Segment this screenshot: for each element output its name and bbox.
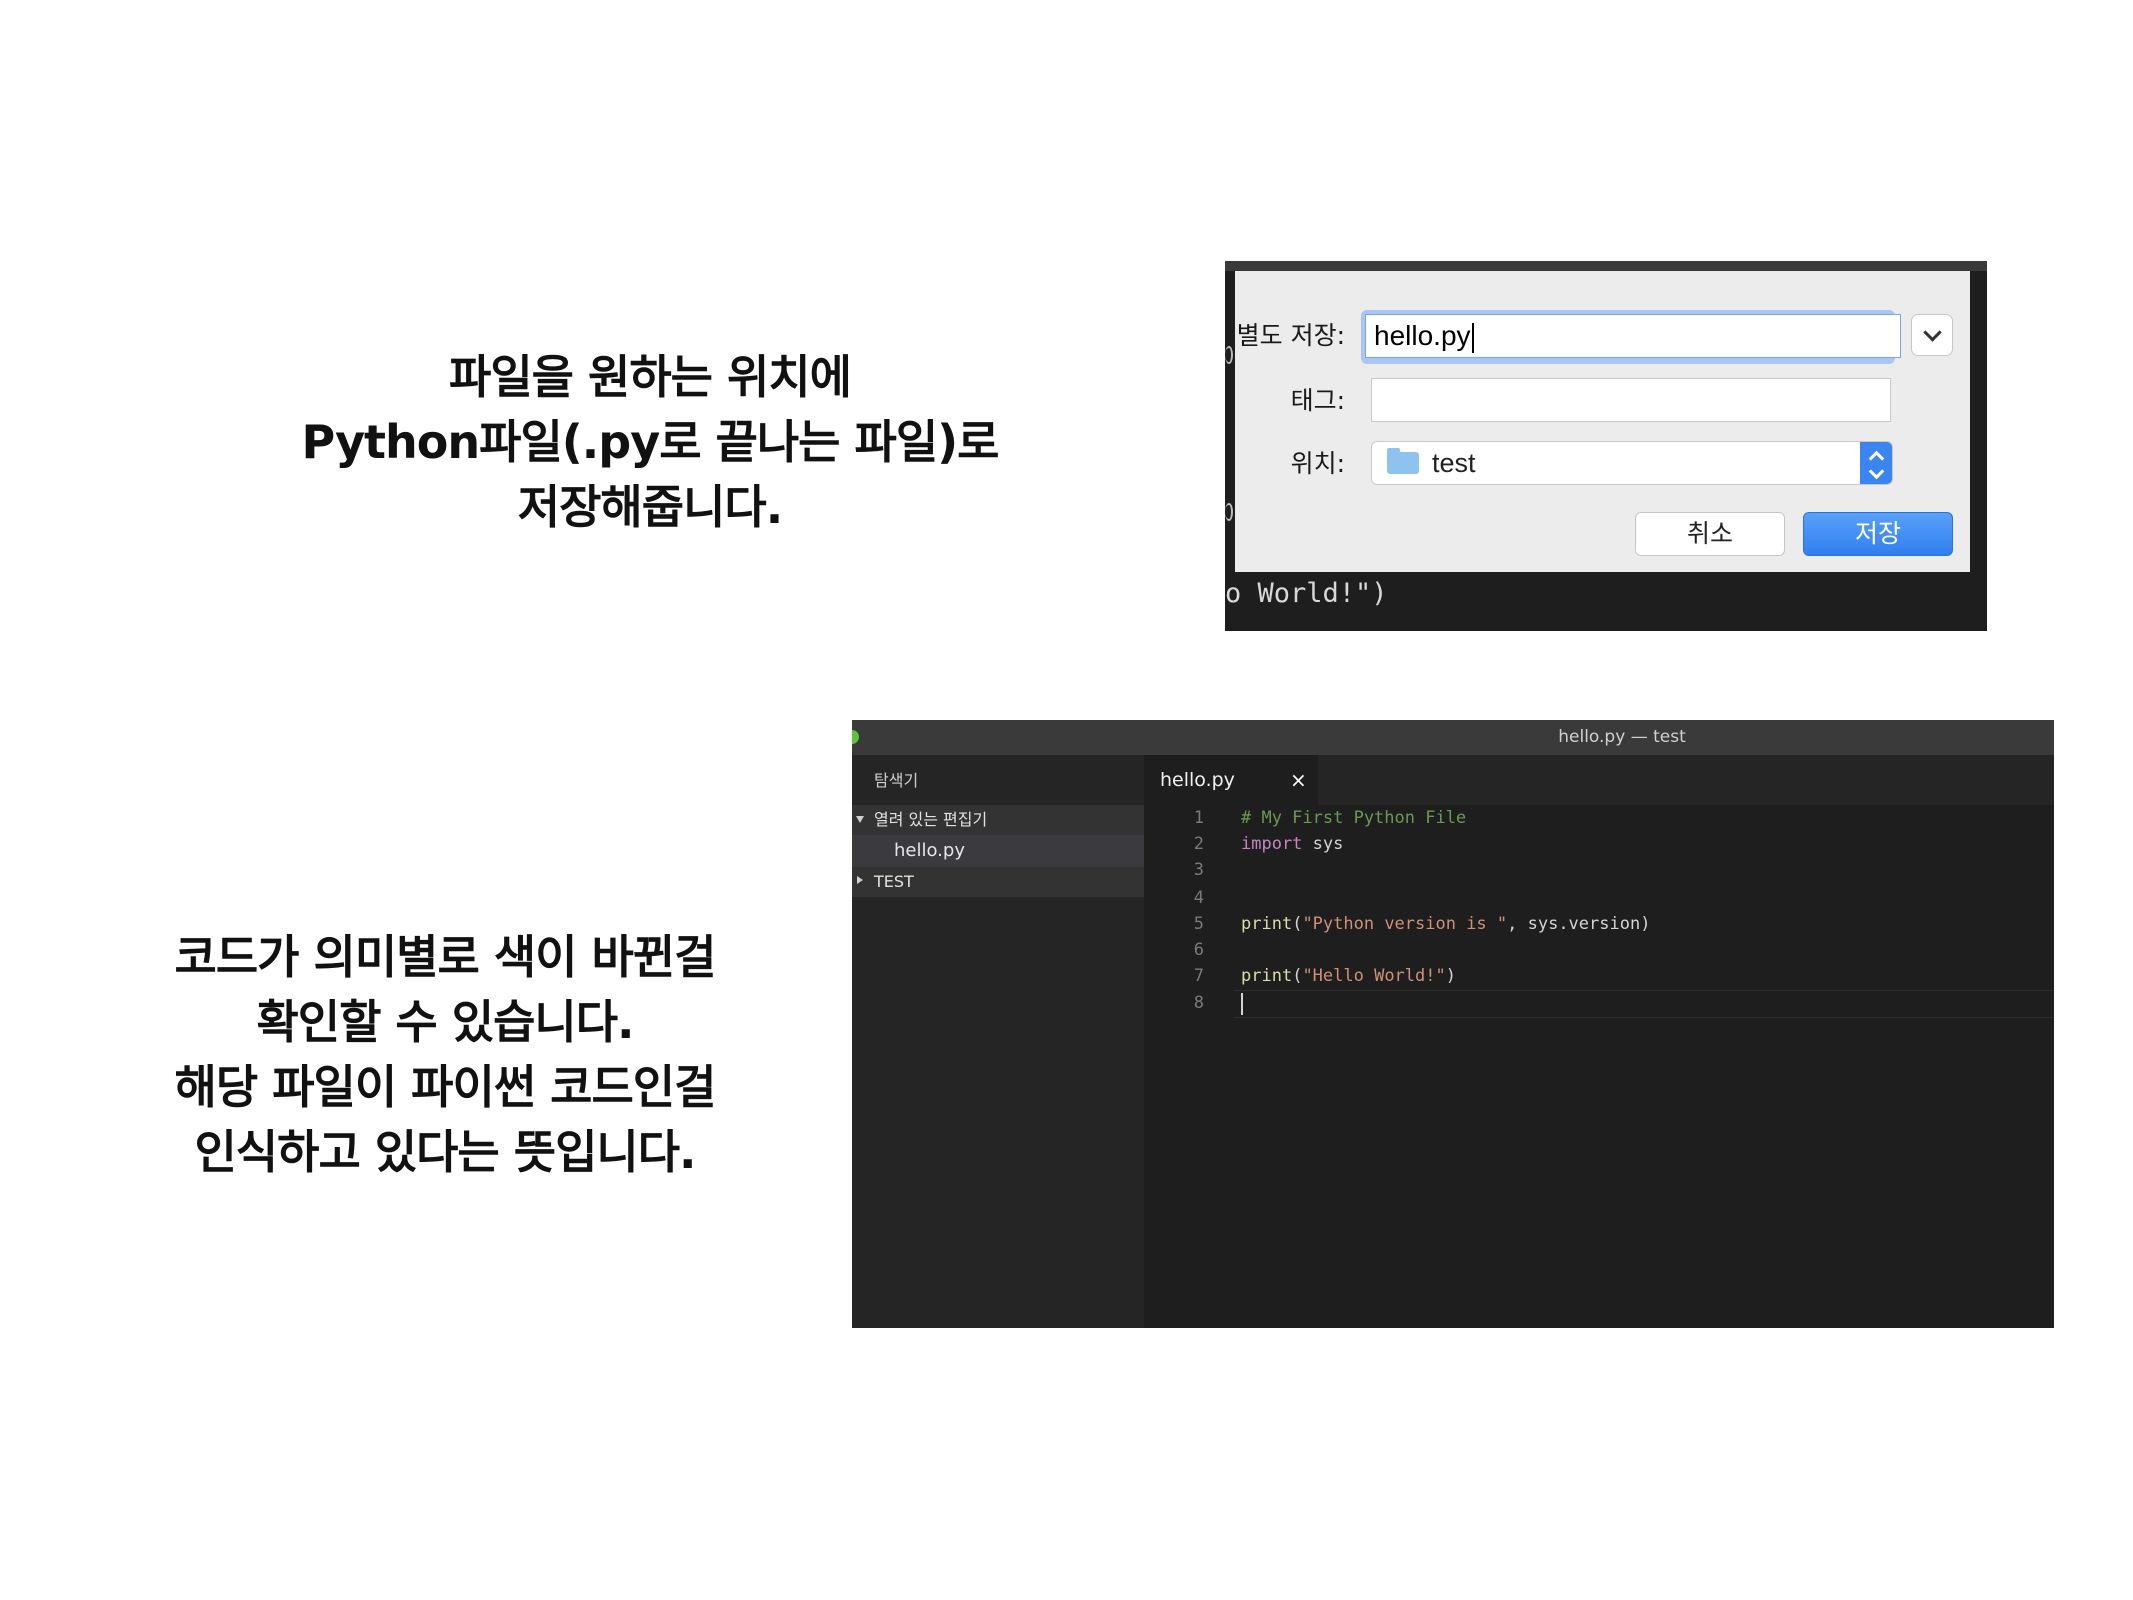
line-number: 5 xyxy=(1193,914,1204,934)
code-function: print xyxy=(1241,966,1293,986)
code-function: print xyxy=(1241,914,1293,934)
tab-hello-py[interactable]: hello.py × xyxy=(1144,755,1318,805)
expand-dialog-button[interactable] xyxy=(1911,314,1953,356)
caption-syntax-highlight: 코드가 의미별로 색이 바뀐걸 확인할 수 있습니다. 해당 파일이 파이썬 코… xyxy=(100,925,790,1185)
code-comment: # My First Python File xyxy=(1241,808,1467,828)
code-line-7: print("Hello World!") xyxy=(1241,963,1456,989)
location-select[interactable]: test xyxy=(1371,441,1893,485)
line-number: 8 xyxy=(1193,993,1204,1013)
folder-label: TEST xyxy=(874,872,914,891)
code-editor-screenshot: hello.py — test 탐색기 열려 있는 편집기 hello.py T… xyxy=(852,720,2054,1328)
line-number: 1 xyxy=(1193,808,1204,828)
code-line-2: import sys xyxy=(1241,831,1343,857)
text-cursor xyxy=(1241,993,1243,1015)
tab-label: hello.py xyxy=(1160,769,1235,791)
caret-right-icon xyxy=(857,876,863,884)
code-text: ) xyxy=(1445,966,1456,986)
caret-down-icon xyxy=(856,816,864,823)
chevron-down-icon xyxy=(1868,463,1884,480)
filename-value: hello.py xyxy=(1374,320,1471,351)
folder-section-test[interactable]: TEST xyxy=(852,867,1144,897)
tags-input[interactable] xyxy=(1371,378,1891,422)
current-line-highlight xyxy=(1234,990,2054,1018)
caption-line: 인식하고 있다는 뜻입니다. xyxy=(194,1125,696,1179)
save-as-dialog: 별도 저장: hello.py 태그: 위치: test 취소 저장 xyxy=(1235,271,1970,572)
caption-line: Python파일(.py로 끝나는 파일)로 xyxy=(301,415,1000,469)
window-titlebar: hello.py — test xyxy=(852,720,2054,755)
save-button[interactable]: 저장 xyxy=(1803,512,1953,556)
cancel-button[interactable]: 취소 xyxy=(1635,512,1785,556)
line-number: 7 xyxy=(1193,966,1204,986)
save-as-label: 별도 저장: xyxy=(1236,321,1345,350)
background-glyph xyxy=(1225,503,1233,521)
text-caret xyxy=(1471,322,1474,353)
line-number: 6 xyxy=(1193,940,1204,960)
select-arrows-icon xyxy=(1860,442,1892,484)
where-label: 위치: xyxy=(1290,449,1345,478)
explorer-title: 탐색기 xyxy=(874,771,919,790)
caption-line: 코드가 의미별로 색이 바뀐걸 xyxy=(174,930,717,984)
code-text: , sys.version) xyxy=(1507,914,1651,934)
window-title: hello.py — test xyxy=(1558,727,1686,747)
open-editor-item-hello-py[interactable]: hello.py xyxy=(852,835,1144,867)
code-string: "Hello World!" xyxy=(1302,966,1446,986)
editor-tab-bar: hello.py × xyxy=(1144,755,2054,805)
code-line-1: # My First Python File xyxy=(1241,805,1466,831)
code-line-5: print("Python version is ", sys.version) xyxy=(1241,911,1650,937)
chevron-down-icon xyxy=(1922,322,1942,342)
folder-icon xyxy=(1387,448,1419,474)
code-text: sys xyxy=(1302,834,1344,854)
code-editor[interactable]: 1 2 3 4 5 6 7 8 # My First Python File i… xyxy=(1144,805,2054,1328)
line-number: 2 xyxy=(1193,834,1204,854)
caption-line: 확인할 수 있습니다. xyxy=(256,995,634,1049)
location-value: test xyxy=(1432,448,1476,478)
background-code-line: o World!") xyxy=(1225,578,1388,609)
caption-line: 파일을 원하는 위치에 xyxy=(449,350,852,404)
tags-label: 태그: xyxy=(1290,386,1345,415)
filename-input[interactable]: hello.py xyxy=(1365,314,1901,358)
open-editor-item-label: hello.py xyxy=(894,840,965,861)
caption-line: 해당 파일이 파이썬 코드인걸 xyxy=(174,1060,717,1114)
save-dialog-screenshot: o World!") 별도 저장: hello.py 태그: 위치: test … xyxy=(1225,261,1987,631)
code-text: ( xyxy=(1292,966,1303,986)
code-string: "Python version is " xyxy=(1302,914,1508,934)
caption-line: 저장해줍니다. xyxy=(517,480,783,534)
explorer-sidebar: 탐색기 열려 있는 편집기 hello.py TEST xyxy=(852,755,1144,1328)
caption-save-instructions: 파일을 원하는 위치에 Python파일(.py로 끝나는 파일)로 저장해줍니… xyxy=(250,345,1050,540)
code-text: ( xyxy=(1292,914,1303,934)
open-editors-label: 열려 있는 편집기 xyxy=(874,810,988,829)
line-number: 3 xyxy=(1193,860,1204,880)
close-icon[interactable]: × xyxy=(1290,755,1307,805)
window-top-strip xyxy=(1225,261,1987,271)
open-editors-section[interactable]: 열려 있는 편집기 xyxy=(852,805,1144,835)
code-keyword: import xyxy=(1241,834,1303,854)
line-number: 4 xyxy=(1193,888,1204,908)
